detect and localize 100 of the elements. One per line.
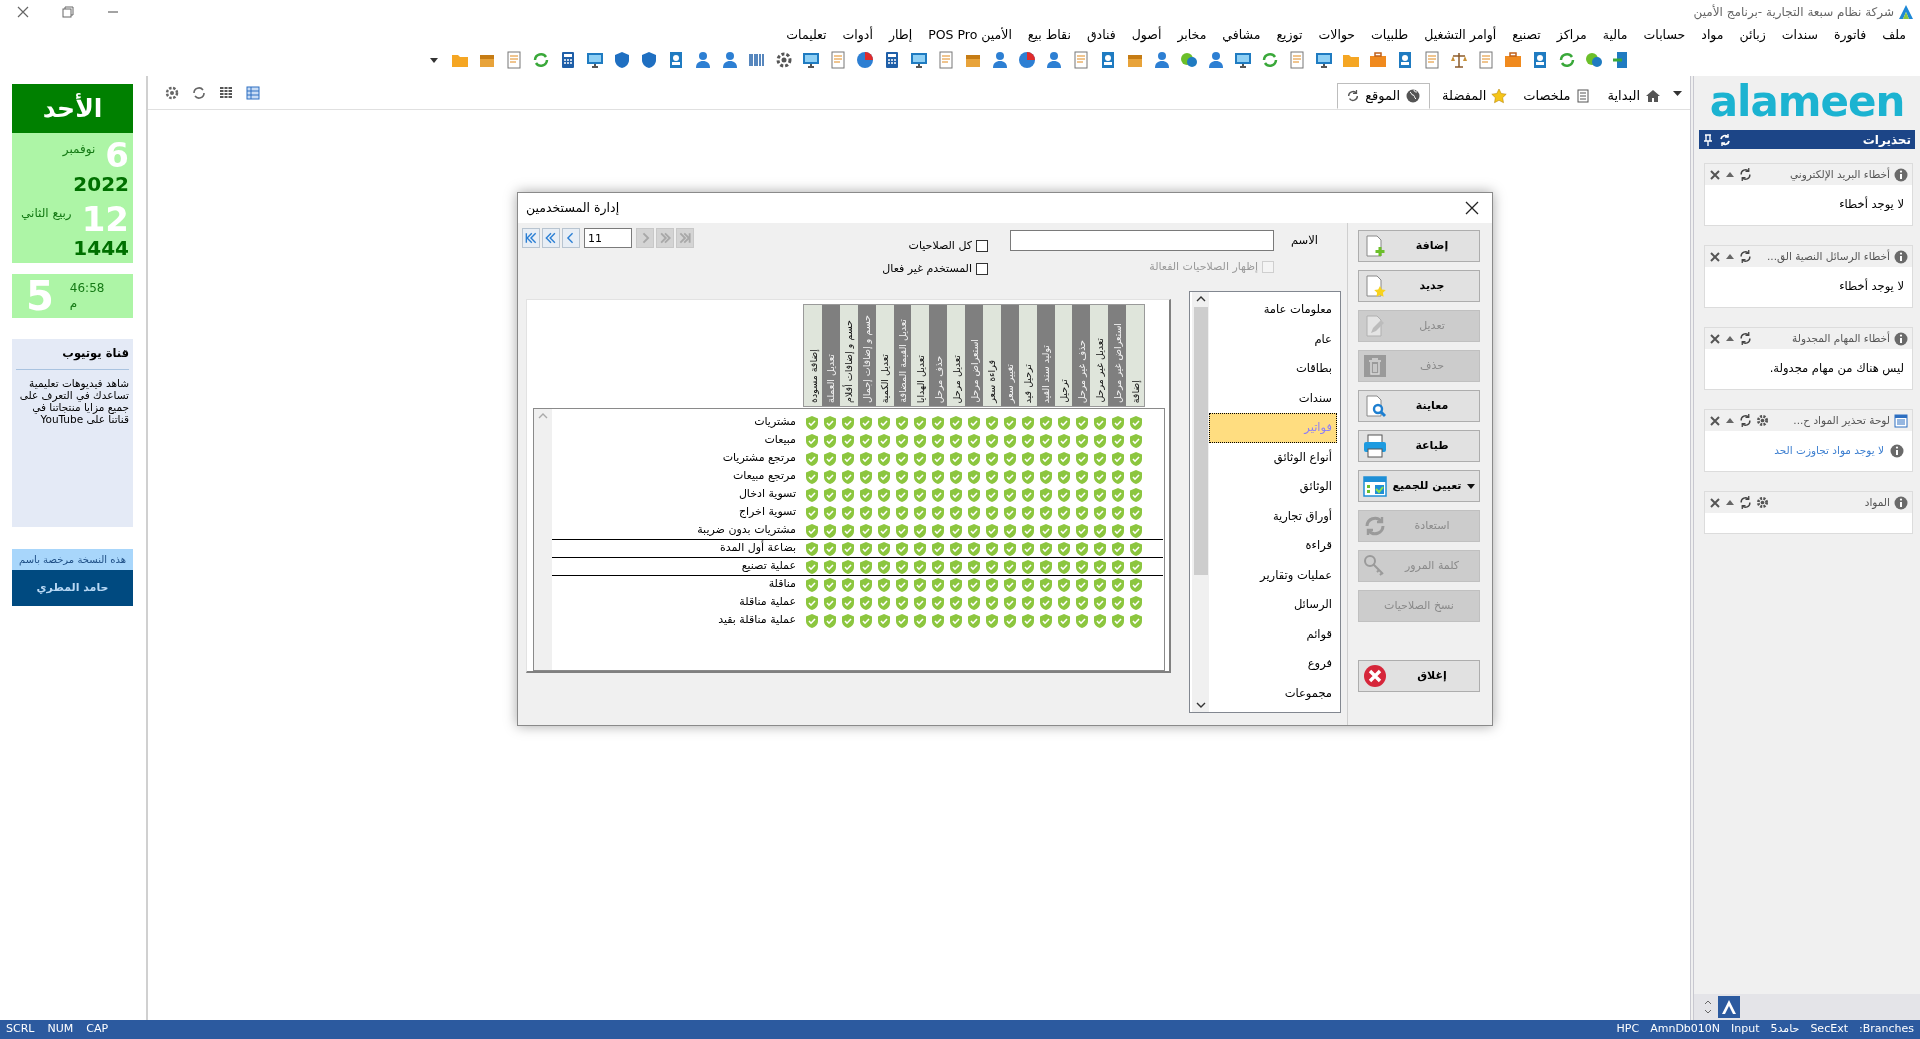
shield-check-icon[interactable] (840, 450, 856, 467)
shield-check-icon[interactable] (804, 612, 820, 629)
shield-check-icon[interactable] (930, 540, 946, 557)
shield-check-icon[interactable] (1020, 486, 1036, 503)
gear-icon[interactable] (1756, 496, 1769, 509)
shield-check-icon[interactable] (822, 468, 838, 485)
checkbox-label[interactable]: كل الصلاحيات (908, 238, 972, 255)
close-icon[interactable] (1709, 332, 1721, 345)
shield-check-icon[interactable] (1110, 450, 1126, 467)
shield-check-icon[interactable] (1056, 540, 1072, 557)
dialog-button[interactable]: إضافة (1358, 230, 1480, 262)
dialog-button[interactable]: تعيين للجميع (1358, 470, 1480, 502)
menu-item[interactable]: مخابر (1177, 25, 1207, 45)
coins-icon[interactable] (1584, 50, 1604, 70)
shield-check-icon[interactable] (1074, 576, 1090, 593)
close-icon[interactable] (1709, 250, 1721, 263)
shield-check-icon[interactable] (1110, 612, 1126, 629)
monitor-icon[interactable] (1233, 50, 1253, 70)
shield-check-icon[interactable] (1128, 576, 1144, 593)
shield-check-icon[interactable] (804, 450, 820, 467)
menu-item[interactable]: فاتورة (1833, 25, 1867, 45)
menu-item[interactable]: مواد (1701, 25, 1724, 45)
shield-check-icon[interactable] (858, 594, 874, 611)
shield-check-icon[interactable] (840, 612, 856, 629)
shield-check-icon[interactable] (1038, 468, 1054, 485)
expand-icon[interactable] (1704, 1000, 1712, 1014)
shield-check-icon[interactable] (894, 504, 910, 521)
shield-check-icon[interactable] (822, 558, 838, 575)
grid-icon[interactable] (218, 84, 234, 101)
shield-check-icon[interactable] (858, 576, 874, 593)
shield-check-icon[interactable] (1056, 504, 1072, 521)
shield-check-icon[interactable] (912, 414, 928, 431)
shield-check-icon[interactable] (822, 612, 838, 629)
shield-check-icon[interactable] (948, 486, 964, 503)
shield-check-icon[interactable] (1092, 558, 1108, 575)
shield-check-icon[interactable] (1110, 522, 1126, 539)
refresh-icon[interactable] (191, 84, 207, 101)
person-icon[interactable] (1044, 50, 1064, 70)
gear-icon[interactable] (1756, 414, 1769, 427)
shield-check-icon[interactable] (1038, 594, 1054, 611)
shield-check-icon[interactable] (966, 414, 982, 431)
table-icon[interactable] (245, 84, 261, 101)
shield-check-icon[interactable] (822, 432, 838, 449)
shield-check-icon[interactable] (876, 594, 892, 611)
list-item[interactable]: فروع (1209, 649, 1337, 679)
shield-check-icon[interactable] (1002, 594, 1018, 611)
shield-check-icon[interactable] (984, 432, 1000, 449)
briefcase-icon[interactable] (1503, 50, 1523, 70)
shield-check-icon[interactable] (948, 504, 964, 521)
pie-chart-icon[interactable] (855, 50, 875, 70)
shield-check-icon[interactable] (1002, 612, 1018, 629)
list-item[interactable]: قراءة (1209, 531, 1337, 561)
close-icon[interactable] (1709, 414, 1721, 427)
shield-check-icon[interactable] (804, 576, 820, 593)
dialog-button[interactable]: جديد (1358, 270, 1480, 302)
shield-check-icon[interactable] (948, 522, 964, 539)
shield-check-icon[interactable] (804, 486, 820, 503)
shield-check-icon[interactable] (1128, 558, 1144, 575)
shield-check-icon[interactable] (1020, 450, 1036, 467)
shield-check-icon[interactable] (1020, 504, 1036, 521)
shield-check-icon[interactable] (840, 486, 856, 503)
shield-check-icon[interactable] (840, 540, 856, 557)
shield-check-icon[interactable] (912, 504, 928, 521)
shield-check-icon[interactable] (894, 468, 910, 485)
shield-check-icon[interactable] (1002, 558, 1018, 575)
document-icon[interactable] (828, 50, 848, 70)
shield-check-icon[interactable] (894, 540, 910, 557)
gear-icon[interactable] (164, 84, 180, 101)
pie-chart-icon[interactable] (1017, 50, 1037, 70)
shield-check-icon[interactable] (1092, 522, 1108, 539)
shield-check-icon[interactable] (804, 594, 820, 611)
menu-item[interactable]: ملف (1882, 25, 1906, 45)
scrollbar[interactable] (1192, 292, 1209, 712)
pager-button[interactable] (542, 228, 560, 248)
shield-check-icon[interactable] (858, 612, 874, 629)
shield-check-icon[interactable] (894, 594, 910, 611)
shield-check-icon[interactable] (876, 414, 892, 431)
scale-icon[interactable] (1449, 50, 1469, 70)
close-icon[interactable] (1709, 496, 1721, 509)
shield-check-icon[interactable] (984, 450, 1000, 467)
shield-check-icon[interactable] (966, 432, 982, 449)
list-item[interactable]: مجموعات (1209, 678, 1337, 708)
document-icon[interactable] (936, 50, 956, 70)
tab[interactable]: الموقع (1337, 82, 1431, 109)
shield-check-icon[interactable] (1056, 432, 1072, 449)
shield-check-icon[interactable] (1074, 540, 1090, 557)
person-icon[interactable] (720, 50, 740, 70)
shield-check-icon[interactable] (930, 522, 946, 539)
shield-check-icon[interactable] (876, 432, 892, 449)
shield-check-icon[interactable] (894, 450, 910, 467)
shield-check-icon[interactable] (1002, 522, 1018, 539)
document-icon[interactable] (1476, 50, 1496, 70)
shield-check-icon[interactable] (984, 468, 1000, 485)
pin-icon[interactable] (1703, 133, 1713, 146)
shield-check-icon[interactable] (1074, 612, 1090, 629)
refresh-icon[interactable] (1346, 88, 1361, 103)
shield-check-icon[interactable] (1038, 576, 1054, 593)
shield-check-icon[interactable] (948, 450, 964, 467)
list-item[interactable]: سندات (1209, 383, 1337, 413)
shield-check-icon[interactable] (912, 486, 928, 503)
